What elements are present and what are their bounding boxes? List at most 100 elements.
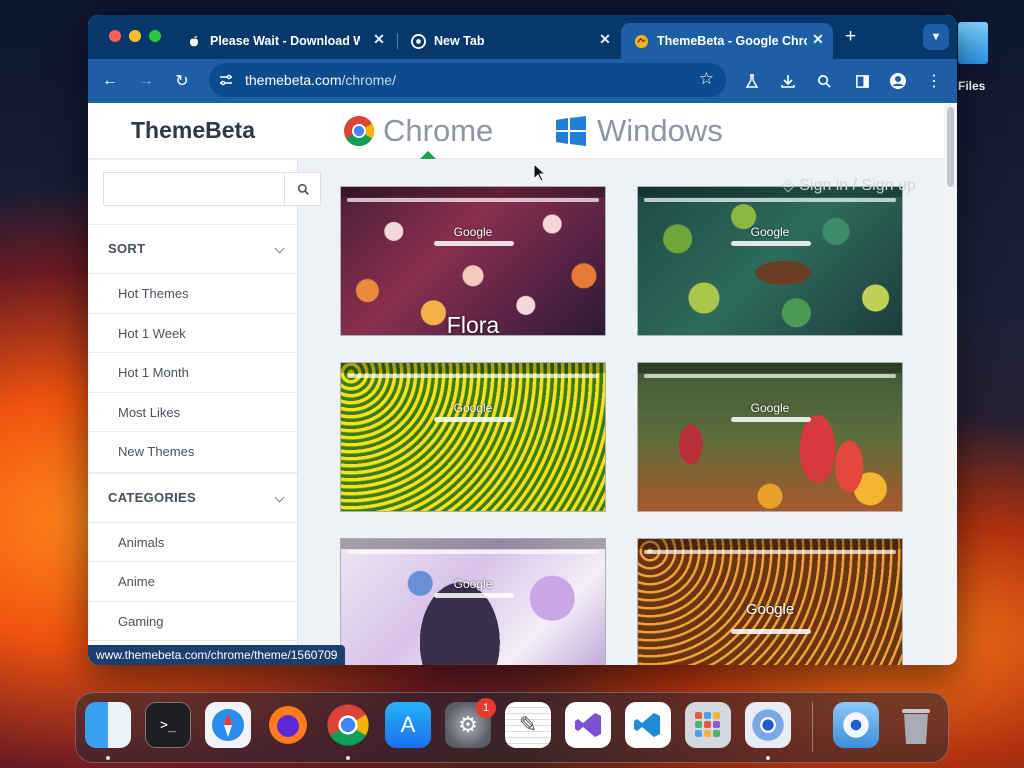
minimize-window-button[interactable] [129,30,141,42]
page-content: ThemeBeta Chrome Windows SORT Hot Themes… [88,103,957,665]
vscode-icon[interactable] [625,702,671,748]
search-icon[interactable] [811,68,837,94]
tab-themebeta[interactable]: ThemeBeta - Google Chrome ✕ [621,23,833,59]
url-domain: themebeta.com [245,72,342,88]
theme-preview-omnibox [644,198,896,202]
nav-windows-label: Windows [597,113,723,148]
theme-card-flora[interactable]: Google Flora [340,186,606,336]
theme-card-tulips[interactable]: Google [637,362,903,512]
theme-preview-omnibox [644,374,896,378]
tab-new-tab[interactable]: New Tab ✕ [398,23,620,59]
reload-icon[interactable]: ↻ [169,68,195,94]
theme-preview-omnibox [347,374,599,378]
search-input[interactable] [104,173,284,205]
mouse-cursor-icon [533,163,547,182]
signin-label: Sign in / Sign up [799,177,916,194]
chrome-icon [410,33,426,49]
browser-toolbar: ← → ↻ themebeta.com/chrome/ ☆ ⋮ [88,59,957,103]
nav-windows[interactable]: Windows [555,113,723,149]
nav-chrome[interactable]: Chrome [343,113,493,149]
search-button[interactable] [284,173,321,205]
theme-card-anime[interactable]: Google [340,538,606,665]
terminal-icon[interactable]: >_ [145,702,191,748]
tab-search-chevron-icon[interactable]: ▼ [923,24,949,50]
theme-preview-google-logo: Google [453,401,493,415]
categories-label: CATEGORIES [108,489,196,505]
files-folder-label: Files [958,79,986,93]
categories-section-header[interactable]: CATEGORIES [88,472,297,520]
files-folder-icon[interactable] [958,22,988,64]
theme-preview-google-logo: Google [453,577,493,591]
new-tab-icon[interactable]: + [845,26,856,48]
site-logo[interactable]: ThemeBeta [131,117,255,144]
theme-preview-bar [341,539,605,549]
close-tab-icon[interactable]: ✕ [809,31,827,48]
close-tab-icon[interactable]: ✕ [596,31,614,48]
theme-preview-omnibox [347,198,599,202]
more-menu-icon[interactable]: ⋮ [921,68,947,94]
sort-item-hot-1-week[interactable]: Hot 1 Week [88,313,297,353]
theme-preview-bar [638,363,902,373]
app-store-icon[interactable]: A [385,702,431,748]
running-indicator [766,756,770,760]
url-text[interactable]: themebeta.com/chrome/ [245,72,396,88]
safari-icon[interactable] [205,702,251,748]
profile-avatar-icon[interactable] [885,68,911,94]
active-nav-indicator [420,151,436,159]
sort-section-header[interactable]: SORT [88,224,297,272]
theme-preview-google-logo: Google [745,601,795,618]
close-window-button[interactable] [109,30,121,42]
user-icon: ⎆ [782,177,800,194]
close-tab-icon[interactable]: ✕ [370,31,388,48]
theme-card-lily-pond[interactable]: Google [637,186,903,336]
notification-badge: 1 [476,698,496,718]
theme-card-bokeh[interactable]: Google [637,538,903,665]
download-icon[interactable] [775,68,801,94]
zoom-window-button[interactable] [149,30,161,42]
chrome-icon[interactable] [325,702,371,748]
side-panel-icon[interactable] [849,68,875,94]
theme-preview-omnibox [347,550,599,554]
page-scrollbar[interactable] [944,103,957,665]
sort-item-new-themes[interactable]: New Themes [88,431,297,471]
category-item-anime[interactable]: Anime [88,561,297,601]
category-item-animals[interactable]: Animals [88,522,297,562]
theme-card-yellow-flowers[interactable]: Google [340,362,606,512]
apple-icon [186,33,202,49]
labs-flask-icon[interactable] [739,68,765,94]
scrollbar-thumb[interactable] [947,107,954,187]
trash-icon[interactable] [893,702,939,748]
theme-preview-searchbox [731,241,811,246]
address-bar[interactable]: themebeta.com/chrome/ ☆ [209,63,726,97]
url-path: /chrome/ [341,72,396,88]
theme-preview-bar [341,187,605,197]
back-icon[interactable]: ← [97,68,123,94]
chrome-beta-icon[interactable] [745,702,791,748]
forward-icon[interactable]: → [133,68,159,94]
nav-chrome-label: Chrome [383,113,494,148]
textedit-icon[interactable]: ✎ [505,702,551,748]
search-box [103,172,321,206]
chevron-down-icon [274,243,285,254]
theme-preview-omnibox [644,550,896,554]
bookmark-star-icon[interactable]: ☆ [699,69,714,89]
firefox-icon[interactable] [265,702,311,748]
sort-item-hot-themes[interactable]: Hot Themes [88,273,297,313]
sidebar: SORT Hot Themes Hot 1 Week Hot 1 Month M… [88,160,321,665]
themebeta-icon [633,33,649,49]
signin-link[interactable]: ⎆ Sign in / Sign up [782,177,916,195]
theme-caption: Flora [446,312,500,336]
sort-item-hot-1-month[interactable]: Hot 1 Month [88,352,297,392]
category-item-gaming[interactable]: Gaming [88,601,297,641]
sort-item-most-likes[interactable]: Most Likes [88,392,297,432]
theme-preview-google-logo: Google [453,225,493,239]
tab-please-wait[interactable]: Please Wait - Download W ✕ [174,23,394,59]
finder-icon[interactable] [85,702,131,748]
site-info-icon[interactable] [218,72,234,88]
downloads-folder-icon[interactable] [833,702,879,748]
theme-preview-google-logo: Google [750,225,790,239]
theme-preview-bar [638,539,902,549]
visual-studio-icon[interactable] [565,702,611,748]
sort-label: SORT [108,241,146,256]
launchpad-icon[interactable] [685,702,731,748]
